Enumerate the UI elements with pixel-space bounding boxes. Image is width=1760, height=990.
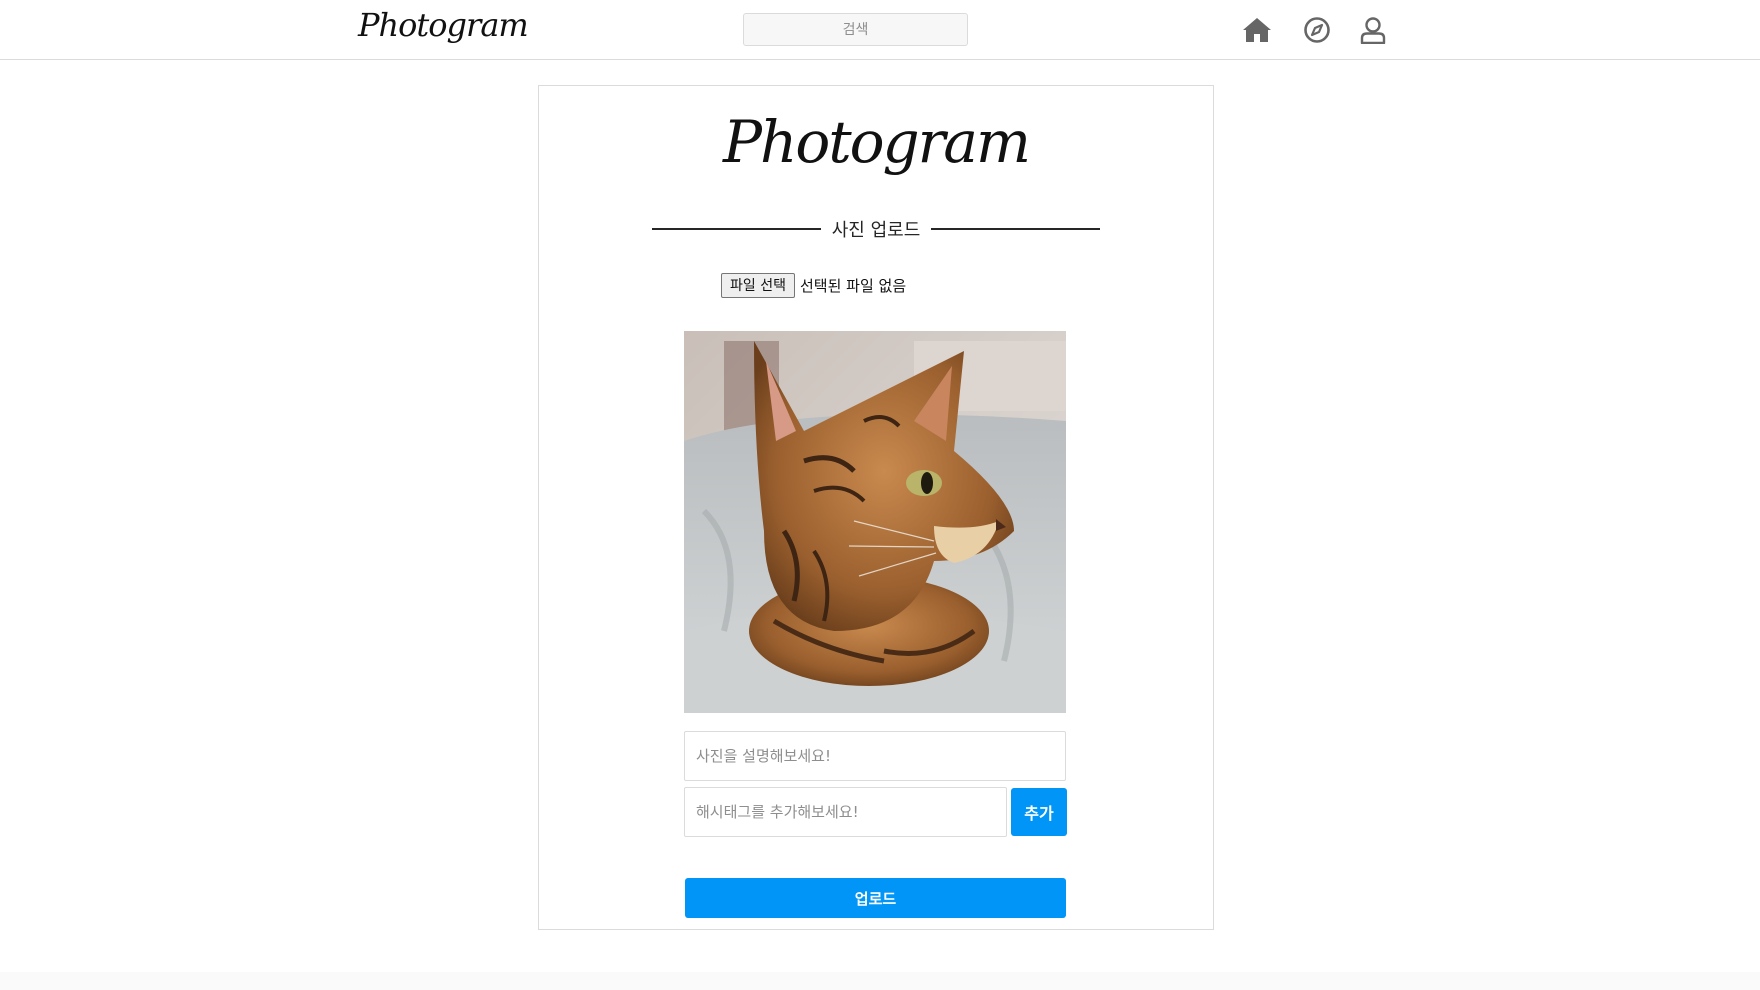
upload-button[interactable]: 업로드 xyxy=(685,878,1066,918)
file-status-text: 선택된 파일 없음 xyxy=(799,276,907,295)
caption-input[interactable] xyxy=(684,731,1066,781)
card-logo: Photogram xyxy=(723,108,1031,176)
compass-icon[interactable] xyxy=(1301,14,1333,46)
cat-photo-preview xyxy=(684,331,1066,713)
divider-line-right xyxy=(931,228,1100,230)
photo-preview xyxy=(684,331,1066,713)
section-divider: 사진 업로드 xyxy=(652,214,1100,244)
upload-card: Photogram 사진 업로드 파일 선택 선택된 파일 없음 사진을 설명해… xyxy=(538,85,1214,930)
file-picker: 파일 선택 선택된 파일 없음 xyxy=(721,272,906,298)
add-hashtag-button[interactable]: 추가 xyxy=(1011,788,1067,836)
divider-line-left xyxy=(652,228,821,230)
user-icon[interactable] xyxy=(1357,14,1389,46)
hashtag-input[interactable] xyxy=(684,787,1007,837)
footer-band xyxy=(0,972,1760,990)
search-input[interactable] xyxy=(743,13,968,46)
top-navbar: Photogram xyxy=(0,0,1760,60)
home-icon[interactable] xyxy=(1241,14,1273,46)
choose-file-button[interactable]: 파일 선택 xyxy=(721,272,795,298)
section-title: 사진 업로드 xyxy=(831,220,921,241)
header-logo[interactable]: Photogram xyxy=(358,6,529,44)
